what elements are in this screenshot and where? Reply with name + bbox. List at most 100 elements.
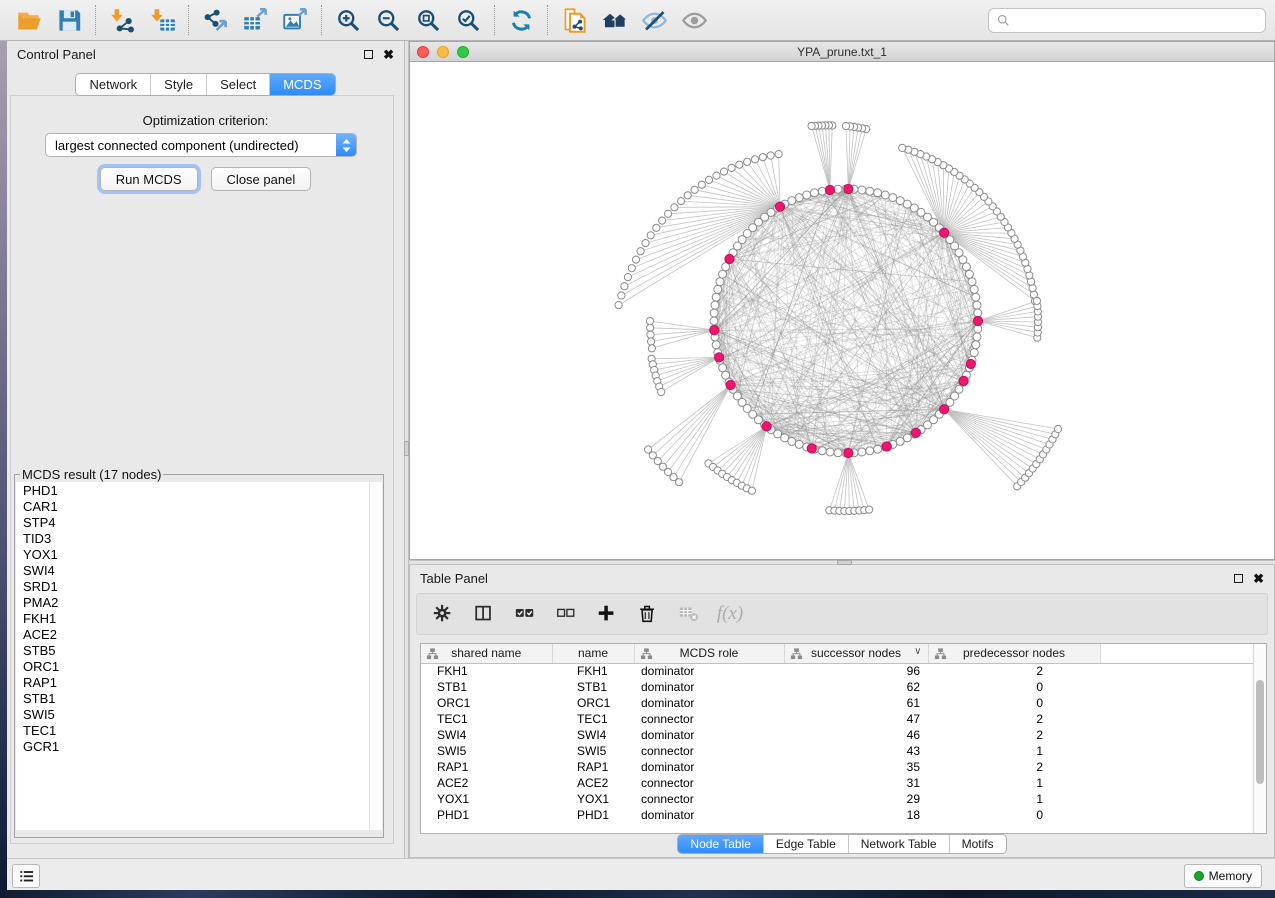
table-tab-edge-table[interactable]: Edge Table xyxy=(764,835,849,853)
table-row[interactable]: STB1STB1dominator620 xyxy=(421,679,1253,695)
search-input[interactable] xyxy=(1015,12,1258,29)
delete-button[interactable] xyxy=(635,601,661,627)
toolbar-separator xyxy=(321,5,322,35)
memory-button[interactable]: Memory xyxy=(1184,864,1262,888)
network-window-title: YPA_prune.txt_1 xyxy=(410,45,1274,59)
tab-select[interactable]: Select xyxy=(207,74,270,95)
mcds-result-item[interactable]: PMA2 xyxy=(23,595,382,611)
window-zoom-button[interactable] xyxy=(457,46,469,58)
column-header-mcds-role[interactable]: MCDS role xyxy=(634,644,784,663)
table-row[interactable]: TEC1TEC1connector472 xyxy=(421,711,1253,727)
show-column-button[interactable] xyxy=(471,601,497,627)
mcds-result-item[interactable]: YOX1 xyxy=(23,547,382,563)
add-icon xyxy=(596,603,618,625)
export-table-button[interactable] xyxy=(235,3,275,37)
window-minimize-button[interactable] xyxy=(437,46,449,58)
column-header-name[interactable]: name xyxy=(552,644,634,663)
table-row[interactable]: ACE2ACE2connector311 xyxy=(421,775,1253,791)
console-button[interactable] xyxy=(12,864,40,888)
open-file-button[interactable] xyxy=(9,3,49,37)
table-row[interactable]: ORC1ORC1dominator610 xyxy=(421,695,1253,711)
zoom-in-button[interactable] xyxy=(328,3,368,37)
mcds-result-item[interactable]: TEC1 xyxy=(23,723,382,739)
mcds-result-item[interactable]: SWI4 xyxy=(23,563,382,579)
import-network-icon xyxy=(109,7,136,34)
table-row[interactable]: RAP1RAP1dominator352 xyxy=(421,759,1253,775)
table-scrollbar[interactable] xyxy=(1253,644,1266,833)
mcds-list-scrollbar[interactable] xyxy=(369,482,382,830)
refresh-view-button[interactable] xyxy=(501,3,541,37)
new-network-from-selection-button[interactable] xyxy=(554,3,594,37)
save-session-button[interactable] xyxy=(49,3,89,37)
import-network-button[interactable] xyxy=(102,3,142,37)
settings-button[interactable] xyxy=(430,601,456,627)
column-header-successor-nodes[interactable]: successor nodes∨ xyxy=(784,644,928,663)
mcds-result-item[interactable]: STB5 xyxy=(23,643,382,659)
column-header-predecessor-nodes[interactable]: predecessor nodes xyxy=(928,644,1100,663)
mcds-result-item[interactable]: TID3 xyxy=(23,531,382,547)
status-bar: Memory xyxy=(7,858,1275,890)
memory-label: Memory xyxy=(1209,869,1252,883)
close-table-panel-icon[interactable]: ✖ xyxy=(1253,572,1264,585)
table-row[interactable]: SWI5SWI5connector431 xyxy=(421,743,1253,759)
window-close-button[interactable] xyxy=(417,46,429,58)
mcds-result-item[interactable]: SRD1 xyxy=(23,579,382,595)
network-view[interactable] xyxy=(409,62,1275,560)
table-row[interactable]: FKH1FKH1dominator962 xyxy=(421,663,1253,679)
zoom-selected-icon xyxy=(455,7,482,34)
table-panel-tabs: Node TableEdge TableNetwork TableMotifs xyxy=(677,834,1006,854)
export-network-button[interactable] xyxy=(195,3,235,37)
table-tab-motifs[interactable]: Motifs xyxy=(950,835,1006,853)
save-session-icon xyxy=(56,7,83,34)
first-neighbors-button[interactable] xyxy=(594,3,634,37)
select-all-button[interactable] xyxy=(512,601,538,627)
mcds-result-item[interactable]: STP4 xyxy=(23,515,382,531)
zoom-selected-button[interactable] xyxy=(448,3,488,37)
table-tab-node-table[interactable]: Node Table xyxy=(678,835,764,853)
mcds-result-item[interactable]: STB1 xyxy=(23,691,382,707)
mcds-result-item[interactable]: SWI5 xyxy=(23,707,382,723)
toolbar-separator xyxy=(494,5,495,35)
import-table-button[interactable] xyxy=(142,3,182,37)
table-row[interactable]: SWI4SWI4dominator462 xyxy=(421,727,1253,743)
close-panel-button[interactable]: Close panel xyxy=(211,167,312,191)
mcds-result-item[interactable]: CAR1 xyxy=(23,499,382,515)
table-row[interactable]: PHD1PHD1dominator180 xyxy=(421,807,1253,823)
mcds-result-item[interactable]: FKH1 xyxy=(23,611,382,627)
zoom-fit-button[interactable] xyxy=(408,3,448,37)
mcds-result-item[interactable]: RAP1 xyxy=(23,675,382,691)
table-tab-network-table[interactable]: Network Table xyxy=(849,835,950,853)
mcds-result-item[interactable]: ORC1 xyxy=(23,659,382,675)
tab-network[interactable]: Network xyxy=(76,74,151,95)
deselect-all-button[interactable] xyxy=(553,601,579,627)
import-table-icon xyxy=(149,7,176,34)
tab-style[interactable]: Style xyxy=(151,74,207,95)
memory-status-icon xyxy=(1194,871,1204,881)
zoom-out-icon xyxy=(375,7,402,34)
tab-mcds[interactable]: MCDS xyxy=(270,74,334,95)
add-button[interactable] xyxy=(594,601,620,627)
network-graph[interactable] xyxy=(410,62,1274,558)
close-panel-icon[interactable]: ✖ xyxy=(383,48,394,61)
show-all-button[interactable] xyxy=(674,3,714,37)
criterion-select[interactable]: largest connected component (undirected) xyxy=(45,133,357,157)
new-network-from-selection-icon xyxy=(561,7,588,34)
zoom-out-button[interactable] xyxy=(368,3,408,37)
run-mcds-button[interactable]: Run MCDS xyxy=(100,167,198,191)
column-header-filler xyxy=(1100,644,1253,663)
column-header-shared-name[interactable]: shared name xyxy=(421,644,552,663)
float-panel-icon[interactable] xyxy=(364,50,373,59)
table-row[interactable]: YOX1YOX1connector291 xyxy=(421,791,1253,807)
table-scrollbar-thumb[interactable] xyxy=(1256,680,1264,784)
table-panel: Table Panel ✖ f(x) shared namenameMCDS r… xyxy=(409,565,1275,858)
export-image-button[interactable] xyxy=(275,3,315,37)
hide-selected-button[interactable] xyxy=(634,3,674,37)
zoom-fit-icon xyxy=(415,7,442,34)
mcds-result-item[interactable]: PHD1 xyxy=(23,483,382,499)
refresh-view-icon xyxy=(508,7,535,34)
mcds-result-item[interactable]: GCR1 xyxy=(23,739,382,755)
mcds-result-item[interactable]: ACE2 xyxy=(23,627,382,643)
main-toolbar xyxy=(0,0,1275,41)
desktop-wallpaper-strip-left xyxy=(0,41,7,890)
float-table-panel-icon[interactable] xyxy=(1234,574,1243,583)
